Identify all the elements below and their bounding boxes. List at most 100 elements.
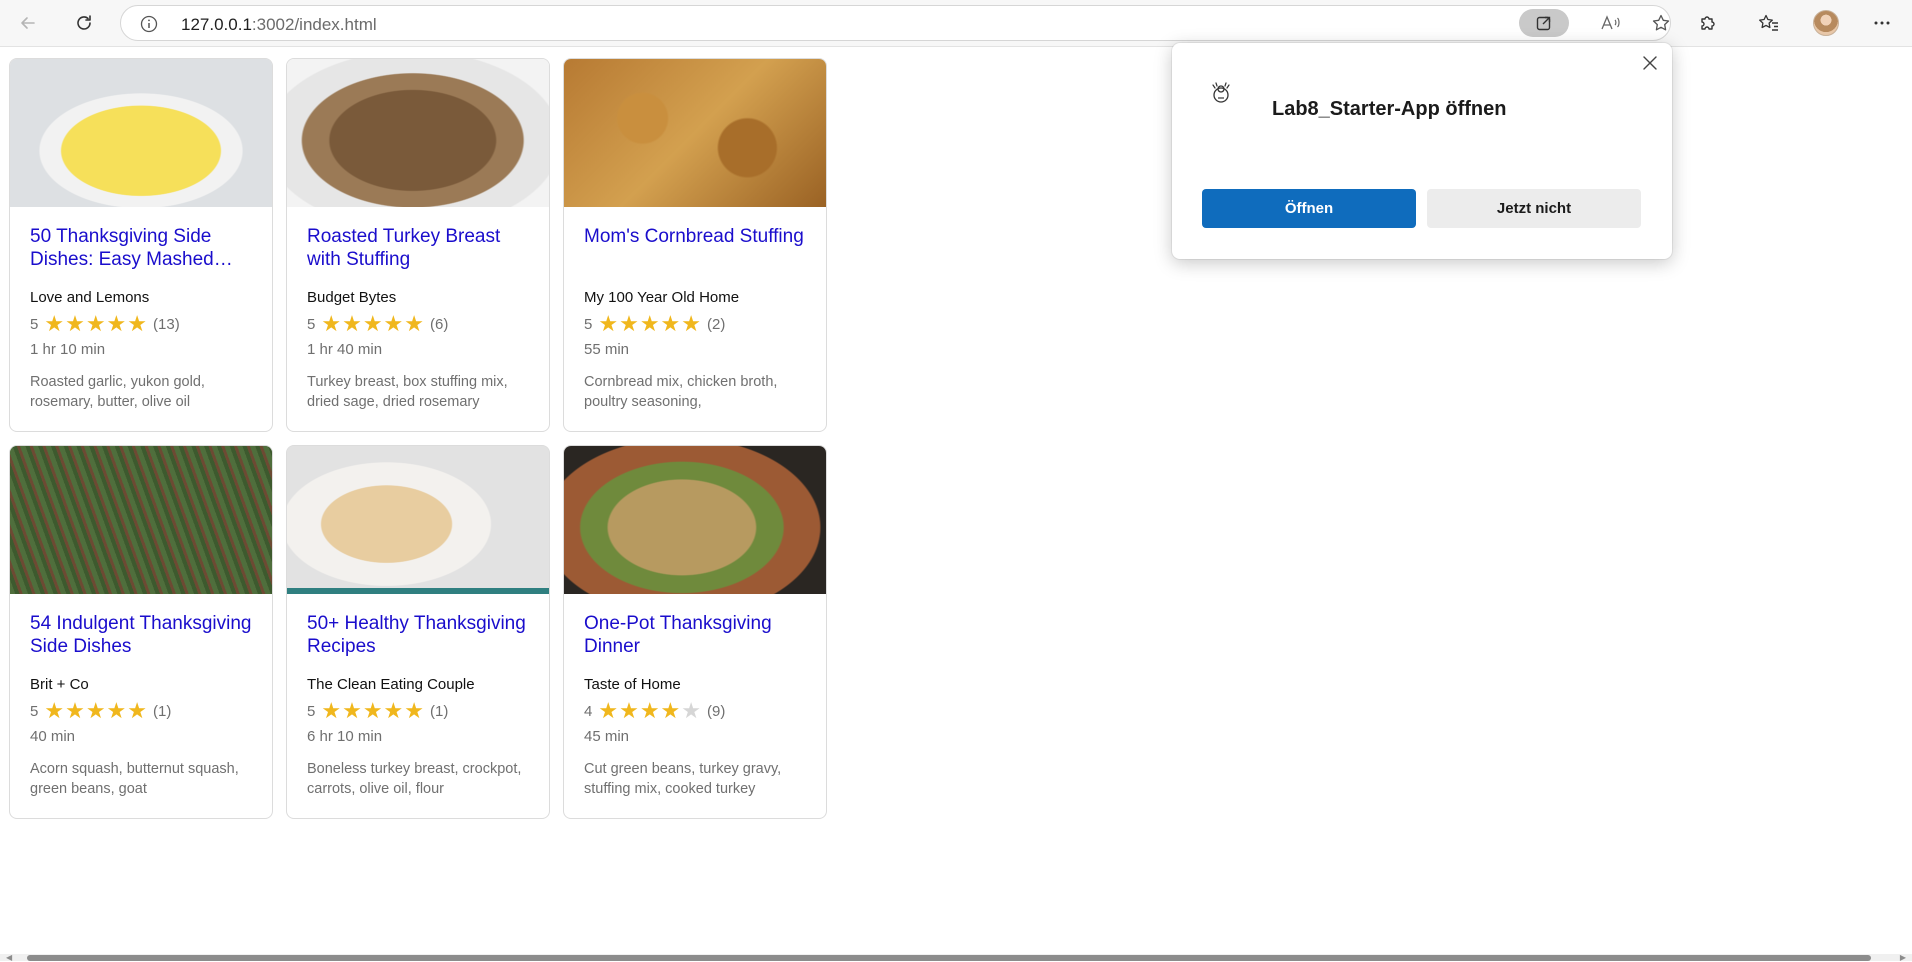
scroll-left-icon[interactable]: ◀	[6, 954, 12, 962]
recipe-ingredients: Boneless turkey breast, crockpot, carrot…	[307, 761, 522, 797]
scroll-right-icon[interactable]: ▶	[1900, 954, 1906, 962]
more-button[interactable]	[1866, 7, 1898, 39]
recipe-image	[10, 446, 272, 594]
rating-value: 5	[30, 702, 39, 720]
recipe-card[interactable]: 54 Indulgent Thanksgiving Side Dishes Br…	[9, 445, 273, 819]
recipe-time: 40 min	[30, 728, 76, 745]
rating-value: 5	[307, 315, 316, 333]
rating-count: (1)	[430, 702, 449, 720]
add-favorite-button[interactable]	[1645, 9, 1677, 37]
rating-count: (13)	[153, 315, 180, 333]
star-filled-icon: ★	[85, 311, 106, 336]
turkey-app-icon	[1208, 80, 1234, 106]
star-filled-icon: ★	[342, 698, 362, 723]
star-empty-icon: ★	[681, 698, 702, 723]
rating-count: (9)	[707, 702, 726, 720]
star-filled-icon: ★	[321, 698, 342, 723]
recipe-ingredients: Turkey breast, box stuffing mix, dried s…	[307, 374, 508, 410]
star-filled-icon: ★	[660, 698, 681, 723]
recipe-title[interactable]: 50 Thanksgiving Side Dishes: Easy Mashed…	[30, 225, 252, 271]
star-filled-icon: ★	[383, 698, 404, 723]
recipe-title[interactable]: Roasted Turkey Breast with Stuffing	[307, 225, 529, 271]
recipe-rating: 4 ★ ★ ★ ★ ★ (9)	[584, 698, 806, 723]
extensions-button[interactable]	[1692, 7, 1724, 39]
not-now-button[interactable]: Jetzt nicht	[1427, 189, 1641, 228]
star-filled-icon: ★	[362, 311, 383, 336]
url-text[interactable]: 127.0.0.1:3002/index.html	[181, 15, 377, 35]
recipe-card[interactable]: Roasted Turkey Breast with Stuffing Budg…	[286, 58, 550, 432]
star-filled-icon: ★	[639, 698, 660, 723]
rating-value: 5	[307, 702, 316, 720]
star-filled-icon: ★	[383, 311, 404, 336]
star-filled-icon: ★	[65, 311, 85, 336]
address-bar[interactable]: 127.0.0.1:3002/index.html	[120, 5, 1671, 41]
recipe-card[interactable]: 50 Thanksgiving Side Dishes: Easy Mashed…	[9, 58, 273, 432]
open-button[interactable]: Öffnen	[1202, 189, 1416, 228]
recipe-time: 55 min	[584, 341, 630, 358]
recipe-rating: 5 ★ ★ ★ ★ ★ (6)	[307, 311, 529, 336]
app-available-button[interactable]	[1519, 9, 1569, 37]
back-button[interactable]	[12, 7, 44, 39]
recipe-card[interactable]: One-Pot Thanksgiving Dinner Taste of Hom…	[563, 445, 827, 819]
rating-value: 4	[584, 702, 593, 720]
rating-value: 5	[584, 315, 593, 333]
star-filled-icon: ★	[681, 311, 702, 336]
rating-stars: ★ ★ ★ ★ ★	[598, 698, 702, 723]
browser-toolbar: 127.0.0.1:3002/index.html	[0, 0, 1912, 46]
recipe-image	[10, 59, 272, 207]
star-filled-icon: ★	[85, 698, 106, 723]
star-filled-icon: ★	[598, 698, 619, 723]
star-filled-icon: ★	[639, 311, 660, 336]
recipe-rating: 5 ★ ★ ★ ★ ★ (1)	[307, 698, 529, 723]
profile-button[interactable]	[1810, 7, 1842, 39]
rating-count: (6)	[430, 315, 449, 333]
recipe-source: My 100 Year Old Home	[584, 289, 740, 306]
recipe-card[interactable]: Mom's Cornbread Stuffing My 100 Year Old…	[563, 58, 827, 432]
url-path: :3002/index.html	[251, 15, 377, 34]
horizontal-scrollbar[interactable]: ◀ ▶	[0, 954, 1912, 962]
recipe-time: 1 hr 40 min	[307, 341, 383, 358]
star-filled-icon: ★	[321, 311, 342, 336]
recipe-image	[564, 59, 826, 207]
star-filled-icon: ★	[127, 698, 148, 723]
reload-button[interactable]	[68, 7, 100, 39]
rating-value: 5	[30, 315, 39, 333]
rating-stars: ★ ★ ★ ★ ★	[321, 698, 425, 723]
rating-count: (2)	[707, 315, 726, 333]
info-icon[interactable]	[139, 14, 159, 34]
favorites-button[interactable]	[1753, 7, 1785, 39]
avatar	[1813, 10, 1839, 36]
read-aloud-button[interactable]	[1595, 9, 1627, 37]
scrollbar-thumb[interactable]	[27, 955, 1871, 961]
recipe-time: 1 hr 10 min	[30, 341, 106, 358]
recipe-rating: 5 ★ ★ ★ ★ ★ (13)	[30, 311, 252, 336]
star-filled-icon: ★	[106, 698, 127, 723]
reload-icon	[77, 15, 91, 30]
recipe-rating: 5 ★ ★ ★ ★ ★ (2)	[584, 311, 806, 336]
star-icon	[1652, 14, 1670, 31]
dialog-title: Lab8_Starter-App öffnen	[1272, 98, 1507, 120]
star-filled-icon: ★	[619, 311, 639, 336]
rating-count: (1)	[153, 702, 172, 720]
recipe-title[interactable]: One-Pot Thanksgiving Dinner	[584, 612, 806, 658]
rating-stars: ★ ★ ★ ★ ★	[598, 311, 702, 336]
close-button[interactable]	[1636, 49, 1664, 77]
star-filled-icon: ★	[660, 311, 681, 336]
more-icon	[1874, 21, 1890, 25]
recipe-source: Brit + Co	[30, 676, 89, 693]
star-filled-icon: ★	[65, 698, 85, 723]
recipe-title[interactable]: 54 Indulgent Thanksgiving Side Dishes	[30, 612, 252, 658]
star-filled-icon: ★	[127, 311, 148, 336]
recipe-rating: 5 ★ ★ ★ ★ ★ (1)	[30, 698, 252, 723]
recipe-title[interactable]: 50+ Healthy Thanksgiving Recipes	[307, 612, 529, 658]
recipe-title[interactable]: Mom's Cornbread Stuffing	[584, 225, 806, 271]
url-host: 127.0.0.1	[181, 15, 252, 34]
recipe-ingredients: Acorn squash, butternut squash, green be…	[30, 761, 239, 797]
recipe-source: Love and Lemons	[30, 289, 150, 306]
recipe-card[interactable]: 50+ Healthy Thanksgiving Recipes The Cle…	[286, 445, 550, 819]
recipe-time: 45 min	[584, 728, 630, 745]
recipe-source: The Clean Eating Couple	[307, 676, 475, 693]
recipe-ingredients: Cut green beans, turkey gravy, stuffing …	[584, 761, 782, 797]
star-filled-icon: ★	[362, 698, 383, 723]
open-app-dialog: Lab8_Starter-App öffnen Öffnen Jetzt nic…	[1172, 43, 1672, 259]
